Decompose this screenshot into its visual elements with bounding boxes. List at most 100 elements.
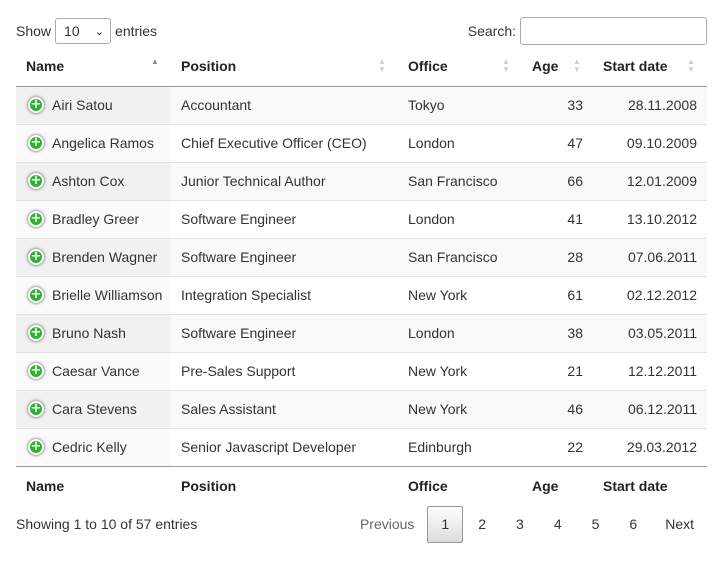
cell-name: + Ashton Cox <box>16 161 171 200</box>
cell-position: Pre-Sales Support <box>171 351 398 390</box>
show-label: Show <box>16 23 52 39</box>
cell-position: Chief Executive Officer (CEO) <box>171 123 398 162</box>
column-header-age[interactable]: Age ▲ ▼ <box>522 47 593 87</box>
cell-start-date: 03.05.2011 <box>593 313 707 352</box>
sort-arrows-icon: ▲ ▼ <box>378 57 386 74</box>
cell-start-date: 13.10.2012 <box>593 199 707 238</box>
sort-arrows-icon: ▲ ▼ <box>502 57 510 74</box>
cell-office: New York <box>398 389 522 428</box>
cell-age: 38 <box>522 313 593 352</box>
footer-row: Name Position Office Age Start date <box>16 466 707 506</box>
page-button-6[interactable]: 6 <box>614 506 652 543</box>
datatable-wrapper: Show 10 ⌄ entries Search: Name ▲ Positio… <box>0 0 724 564</box>
entries-select[interactable]: 10 ⌄ <box>55 18 112 44</box>
cell-office: San Francisco <box>398 161 522 200</box>
column-header-position[interactable]: Position ▲ ▼ <box>171 47 398 87</box>
plus-circle-icon[interactable]: + <box>28 135 44 151</box>
footer-office: Office <box>408 478 448 495</box>
cell-age: 22 <box>522 427 593 467</box>
table-row[interactable]: + Brielle Williamson Integration Specialis… <box>16 275 707 314</box>
column-header-office[interactable]: Office ▲ ▼ <box>398 47 522 87</box>
name-text: Angelica Ramos <box>52 135 154 151</box>
table-row[interactable]: + Bradley Greer Software Engineer London 41 1… <box>16 199 707 238</box>
pagination: Previous 1 2 3 4 5 6 Next <box>347 506 707 543</box>
name-text: Brielle Williamson <box>52 287 163 303</box>
cell-name: + Bruno Nash <box>16 313 171 352</box>
page-button-5[interactable]: 5 <box>577 506 615 543</box>
entries-select-value: 10 <box>64 23 80 39</box>
cell-position: Integration Specialist <box>171 275 398 314</box>
cell-age: 46 <box>522 389 593 428</box>
page-button-1[interactable]: 1 <box>427 506 464 543</box>
cell-name: + Bradley Greer <box>16 199 171 238</box>
cell-position: Sales Assistant <box>171 389 398 428</box>
cell-start-date: 02.12.2012 <box>593 275 707 314</box>
name-text: Cara Stevens <box>52 401 137 417</box>
table-row[interactable]: + Ashton Cox Junior Technical Author San Fr… <box>16 161 707 200</box>
page-button-4[interactable]: 4 <box>539 506 577 543</box>
footer-position: Position <box>181 478 237 495</box>
sort-arrows-icon: ▲ ▼ <box>573 57 581 74</box>
table-row[interactable]: + Cara Stevens Sales Assistant New York 46 06… <box>16 389 707 428</box>
search-input[interactable] <box>520 17 707 45</box>
cell-office: New York <box>398 351 522 390</box>
plus-circle-icon[interactable]: + <box>28 401 44 417</box>
name-text: Brenden Wagner <box>52 249 158 265</box>
column-header-name[interactable]: Name ▲ <box>16 47 171 87</box>
cell-office: London <box>398 123 522 162</box>
plus-circle-icon[interactable]: + <box>28 439 44 455</box>
cell-start-date: 06.12.2011 <box>593 389 707 428</box>
cell-start-date: 12.12.2011 <box>593 351 707 390</box>
cell-position: Software Engineer <box>171 237 398 276</box>
cell-position: Senior Javascript Developer <box>171 427 398 467</box>
table-row[interactable]: + Brenden Wagner Software Engineer San Fran… <box>16 237 707 276</box>
plus-circle-icon[interactable]: + <box>28 211 44 227</box>
cell-name: + Airi Satou <box>16 86 171 124</box>
cell-name: + Brenden Wagner <box>16 237 171 276</box>
table-row[interactable]: + Cedric Kelly Senior Javascript Developer… <box>16 427 707 467</box>
table-body: + Airi Satou Accountant Tokyo 33 28.11.2008 + A… <box>16 86 707 467</box>
cell-office: San Francisco <box>398 237 522 276</box>
cell-age: 61 <box>522 275 593 314</box>
footer-start-date: Start date <box>603 478 668 495</box>
entries-label: entries <box>115 23 158 39</box>
cell-name: + Cedric Kelly <box>16 427 171 467</box>
plus-circle-icon[interactable]: + <box>28 287 44 303</box>
cell-position: Junior Technical Author <box>171 161 398 200</box>
plus-circle-icon[interactable]: + <box>28 325 44 341</box>
length-control: Show 10 ⌄ entries <box>16 18 157 44</box>
cell-start-date: 28.11.2008 <box>593 86 707 124</box>
name-text: Ashton Cox <box>52 173 125 189</box>
name-text: Bradley Greer <box>52 211 140 227</box>
name-text: Airi Satou <box>52 97 113 113</box>
table-row[interactable]: + Airi Satou Accountant Tokyo 33 28.11.2008 <box>16 86 707 124</box>
cell-name: + Brielle Williamson <box>16 275 171 314</box>
name-text: Cedric Kelly <box>52 439 127 455</box>
next-button[interactable]: Next <box>652 506 707 543</box>
search-label: Search: <box>467 23 516 39</box>
table-row[interactable]: + Angelica Ramos Chief Executive Officer (… <box>16 123 707 162</box>
column-header-start-date[interactable]: Start date ▲ ▼ <box>593 47 707 87</box>
cell-age: 47 <box>522 123 593 162</box>
table-info: Showing 1 to 10 of 57 entries <box>16 516 198 532</box>
page-button-3[interactable]: 3 <box>501 506 539 543</box>
name-text: Bruno Nash <box>52 325 126 341</box>
plus-circle-icon[interactable]: + <box>28 173 44 189</box>
previous-button[interactable]: Previous <box>347 506 427 543</box>
plus-circle-icon[interactable]: + <box>28 97 44 113</box>
cell-age: 21 <box>522 351 593 390</box>
sort-ascending-icon: ▲ <box>151 57 159 66</box>
page-button-2[interactable]: 2 <box>463 506 501 543</box>
cell-office: New York <box>398 275 522 314</box>
cell-office: Tokyo <box>398 86 522 124</box>
table-row[interactable]: + Bruno Nash Software Engineer London 38 03.0… <box>16 313 707 352</box>
cell-office: Edinburgh <box>398 427 522 467</box>
cell-age: 28 <box>522 237 593 276</box>
cell-name: + Caesar Vance <box>16 351 171 390</box>
header-row: Name ▲ Position ▲ ▼ Office ▲ ▼ Age ▲ ▼ Star… <box>16 47 707 87</box>
plus-circle-icon[interactable]: + <box>28 249 44 265</box>
plus-circle-icon[interactable]: + <box>28 363 44 379</box>
table-row[interactable]: + Caesar Vance Pre-Sales Support New York 21… <box>16 351 707 390</box>
cell-name: + Angelica Ramos <box>16 123 171 162</box>
cell-position: Software Engineer <box>171 313 398 352</box>
